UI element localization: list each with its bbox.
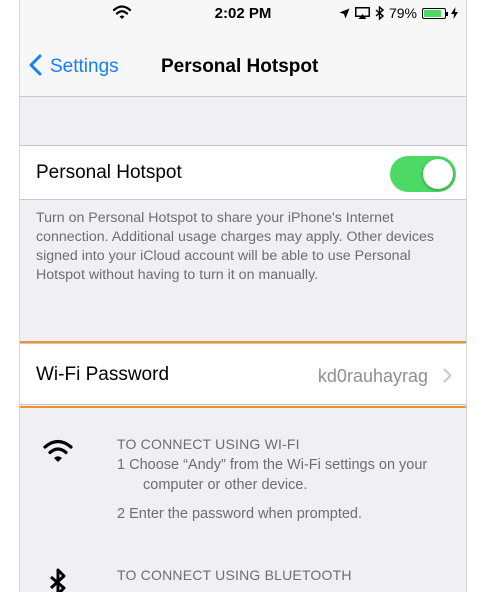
phone-screen: 2:02 PM 79% Settings Personal Hotspot Pe… (19, 0, 467, 592)
wifi-icon (43, 439, 73, 462)
wifi-password-highlight (20, 341, 466, 408)
page-title: Personal Hotspot (161, 56, 319, 77)
personal-hotspot-toggle[interactable] (390, 156, 456, 192)
charging-icon (451, 7, 458, 19)
battery-percent: 79% (388, 5, 417, 21)
chevron-left-icon[interactable] (28, 54, 42, 76)
hotspot-description: Turn on Personal Hotspot to share your i… (36, 210, 435, 283)
bluetooth-instructions-heading: TO CONNECT USING BLUETOOTH (117, 567, 352, 583)
status-right: 79% (339, 5, 458, 21)
wifi-step-2: 2 Enter the password when prompted. (117, 506, 363, 522)
navigation-bar: Settings Personal Hotspot (20, 28, 466, 97)
wifi-instructions-heading: TO CONNECT USING WI-FI (117, 436, 300, 452)
toggle-knob (423, 159, 453, 189)
screen-mirroring-icon (354, 7, 370, 19)
status-bar: 2:02 PM 79% (20, 0, 466, 28)
wifi-step-1: 1 Choose “Andy” from the Wi-Fi settings … (117, 457, 428, 473)
personal-hotspot-row: Personal Hotspot (20, 145, 466, 200)
back-button[interactable]: Settings (50, 56, 119, 78)
bluetooth-icon (375, 6, 384, 20)
bluetooth-icon (49, 568, 66, 592)
battery-icon (422, 7, 448, 19)
wifi-step-1-continued: computer or other device. (143, 477, 308, 493)
location-icon (339, 8, 350, 18)
personal-hotspot-label: Personal Hotspot (36, 162, 182, 183)
